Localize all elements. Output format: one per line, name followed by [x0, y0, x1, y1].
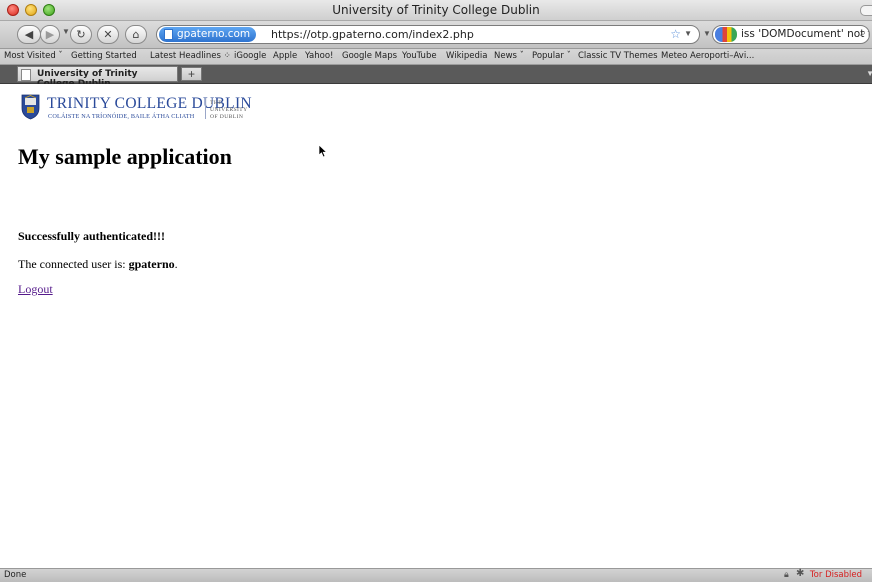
status-bar: Done 🔒︎ ✱ Tor Disabled [0, 568, 872, 582]
stop-icon: ✕ [103, 28, 113, 41]
window-title: University of Trinity College Dublin [332, 3, 540, 17]
search-input[interactable]: iss 'DOMDocument' not found [741, 28, 869, 40]
lock-icon[interactable]: 🔒︎ [784, 569, 789, 580]
bookmark-news[interactable]: News ˇ [494, 51, 524, 61]
logo-divider [205, 98, 206, 119]
logo-irish-name: COLÁISTE NA TRÍONÓIDE, BAILE ÁTHA CLIATH [48, 113, 195, 120]
tab-university-of-trinity-college-dublin[interactable]: University of Trinity College Dublin [17, 66, 178, 89]
url-bar[interactable]: gpaterno.com https://otp.gpaterno.com/in… [156, 25, 700, 44]
plus-icon: + [187, 67, 195, 81]
google-search-engine-icon[interactable] [715, 27, 737, 42]
connected-user-suffix: . [174, 257, 178, 271]
home-icon: ⌂ [132, 28, 140, 41]
connected-user-prefix: The connected user is: [18, 257, 129, 271]
logo-univ-line-3: OF DUBLIN [210, 114, 244, 120]
home-button[interactable]: ⌂ [125, 25, 147, 44]
bookmark-youtube[interactable]: YouTube [402, 51, 437, 61]
auth-success-message: Successfully authenticated!!! [18, 229, 165, 243]
connected-username: gpaterno [128, 257, 175, 271]
forward-button[interactable]: ▶ [40, 25, 60, 44]
bookmark-popular[interactable]: Popular ˇ [532, 51, 571, 61]
back-button[interactable]: ◀ [17, 25, 41, 44]
addon-icon[interactable]: ✱ [796, 568, 804, 579]
bookmarks-toolbar: Most Visited ˇ Getting Started Latest He… [0, 49, 872, 65]
search-bar[interactable]: iss 'DOMDocument' not found ⌕ [712, 25, 870, 44]
logo-univ-line-2: UNIVERSITY [210, 107, 248, 113]
bookmark-most-visited[interactable]: Most Visited ˇ [4, 51, 63, 61]
tcd-crest-icon [21, 94, 40, 120]
url-dropdown-icon[interactable]: ▼ [684, 29, 692, 38]
logout-link[interactable]: Logout [18, 282, 53, 297]
bookmark-google-maps[interactable]: Google Maps [342, 51, 397, 61]
tcd-logo: TRINITY COLLEGE DUBLIN COLÁISTE NA TRÍON… [21, 94, 271, 122]
back-arrow-icon: ◀ [24, 28, 34, 41]
history-dropdown-icon[interactable]: ▼ [62, 27, 70, 36]
bookmark-star-icon[interactable]: ☆ [670, 27, 681, 41]
reload-icon: ↻ [76, 28, 86, 41]
navigation-toolbar: ◀ ▶ ▼ ↻ ✕ ⌂ gpaterno.com https://otp.gpa… [0, 21, 872, 49]
stop-button[interactable]: ✕ [97, 25, 119, 44]
status-text: Done [4, 570, 27, 580]
search-engine-dropdown-icon[interactable]: ▼ [703, 29, 711, 38]
site-identity-button[interactable]: gpaterno.com [159, 27, 257, 42]
bookmark-classic-tv-themes[interactable]: Classic TV Themes [578, 51, 658, 61]
tab-strip: University of Trinity College Dublin + ▼ [0, 65, 872, 89]
logo-univ-line-1: THE [210, 100, 223, 106]
bookmark-wikipedia[interactable]: Wikipedia [446, 51, 487, 61]
url-input[interactable]: https://otp.gpaterno.com/index2.php [271, 28, 474, 41]
mouse-pointer-icon [318, 144, 328, 158]
tor-status-button[interactable]: Tor Disabled [810, 570, 862, 580]
tab-list-icon[interactable]: ▼ [866, 69, 872, 78]
page-icon [164, 29, 173, 40]
page-content: TRINITY COLLEGE DUBLIN COLÁISTE NA TRÍON… [0, 84, 872, 568]
window-title-bar: University of Trinity College Dublin [0, 0, 872, 21]
toolbar-toggle-button[interactable] [860, 5, 872, 16]
page-title: My sample application [18, 144, 232, 169]
new-tab-button[interactable]: + [181, 67, 202, 81]
search-icon[interactable]: ⌕ [860, 27, 866, 40]
site-identity-label: gpaterno.com [177, 28, 251, 40]
reload-button[interactable]: ↻ [70, 25, 92, 44]
page-icon [21, 69, 31, 81]
bookmark-latest-headlines[interactable]: Latest Headlines ⁘ [150, 51, 231, 61]
bookmark-getting-started[interactable]: Getting Started [71, 51, 137, 61]
bookmark-apple[interactable]: Apple [273, 51, 297, 61]
bookmark-igoogle[interactable]: iGoogle [234, 51, 266, 61]
bookmark-meteo-aeroporti[interactable]: Meteo Aeroporti–Avi... [661, 51, 754, 61]
forward-arrow-icon: ▶ [45, 28, 55, 41]
bookmark-yahoo[interactable]: Yahoo! [305, 51, 333, 61]
connected-user-line: The connected user is: gpaterno. [18, 257, 178, 272]
